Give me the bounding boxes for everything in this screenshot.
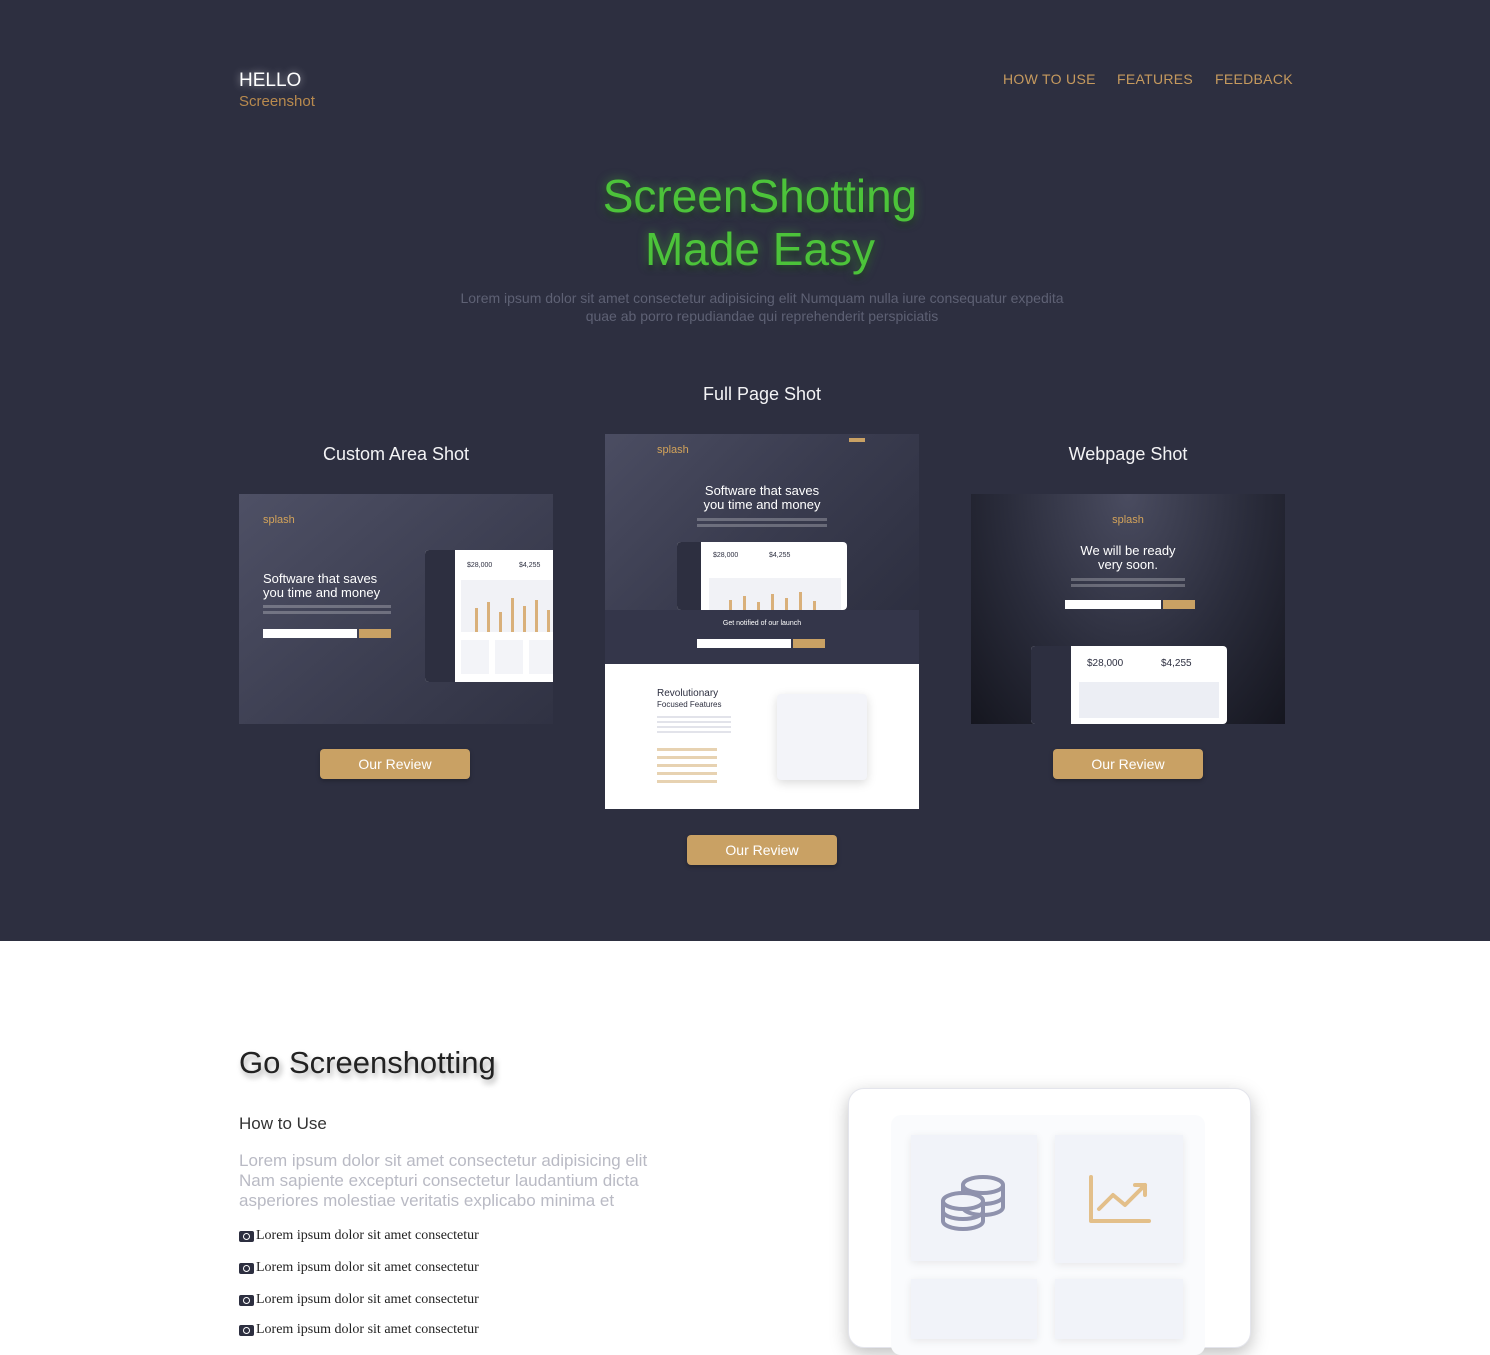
brand-hello[interactable]: HELLO xyxy=(239,70,301,92)
custom-area-shot-preview[interactable]: splash Software that saves you time and … xyxy=(239,494,553,724)
hero-title-line-1: ScreenShotting xyxy=(602,170,918,222)
camera-icon xyxy=(239,1324,254,1336)
mockup-stat: $28,000 xyxy=(1087,658,1124,669)
hero-title-line-2: Made Easy xyxy=(644,223,876,275)
feature-tile xyxy=(911,1135,1037,1261)
mockup-stat: $28,000 xyxy=(713,552,739,559)
mockup-dashboard-sidebar xyxy=(677,542,701,610)
mockup-stat: $4,255 xyxy=(1161,658,1192,669)
section-description-line-1: Lorem ipsum dolor sit amet consectetur a… xyxy=(239,1151,648,1170)
mockup-notify-text: Get notified of our launch xyxy=(722,620,802,627)
mockup-heading-line-1: Software that saves xyxy=(704,483,820,498)
mockup-heading: Software that saves you time and money xyxy=(685,484,839,512)
device-illustration xyxy=(848,1088,1251,1355)
mockup-heading: Software that saves you time and money xyxy=(263,572,380,600)
hero-title: ScreenShotting Made Easy xyxy=(445,170,1075,276)
mockup-brand: splash xyxy=(263,514,295,526)
camera-icon xyxy=(239,1230,254,1242)
mockup-nav-button xyxy=(849,438,865,442)
mockup-features-text xyxy=(657,716,731,736)
feature-item: Lorem ipsum dolor sit amet consectetur xyxy=(239,1260,479,1276)
mockup-text-line xyxy=(697,518,827,521)
mockup-heading: We will be ready very soon. xyxy=(971,544,1285,572)
mockup-email-input xyxy=(1065,600,1161,609)
mockup-stat: $4,255 xyxy=(769,552,791,559)
section-title: Go Screenshotting xyxy=(239,1045,496,1080)
mockup-subscribe-button xyxy=(1163,600,1195,609)
webpage-review-button[interactable]: Our Review xyxy=(1053,749,1203,779)
mockup-text-line xyxy=(263,605,391,608)
feature-item: Lorem ipsum dolor sit amet consectetur xyxy=(239,1228,479,1244)
feature-item: Lorem ipsum dolor sit amet consectetur xyxy=(239,1322,479,1338)
custom-area-shot-title: Custom Area Shot xyxy=(322,444,470,464)
feature-tile xyxy=(911,1279,1037,1339)
mockup-features-tiles xyxy=(777,694,867,780)
mockup-icon-tiles xyxy=(461,640,553,674)
hero-description: Lorem ipsum dolor sit amet consectetur a… xyxy=(420,289,1104,325)
full-page-review-button[interactable]: Our Review xyxy=(687,835,837,865)
mockup-subscribe-button xyxy=(359,629,391,638)
chart-up-icon xyxy=(1089,1175,1151,1223)
mockup-dashboard: $28,000 $4,255 xyxy=(1031,646,1227,724)
mockup-chart-area xyxy=(1079,682,1219,718)
mockup-features-heading-line-2: Focused Features xyxy=(657,700,722,709)
mockup-heading-line-2: you time and money xyxy=(263,585,381,600)
full-page-shot-title: Full Page Shot xyxy=(702,384,822,404)
device-screen xyxy=(891,1115,1205,1355)
feature-text: Lorem ipsum dolor sit amet consectetur xyxy=(256,1228,479,1243)
mockup-text-line xyxy=(1071,578,1185,581)
camera-icon xyxy=(239,1294,254,1306)
section-description: Lorem ipsum dolor sit amet consectetur a… xyxy=(239,1151,699,1211)
mockup-chart-area xyxy=(461,580,553,632)
nav-feedback[interactable]: FEEDBACK xyxy=(1215,71,1293,87)
mockup-dashboard: $28,000 $4,255 xyxy=(425,550,553,682)
section-description-line-3: asperiores molestiae veritatis explicabo… xyxy=(239,1191,615,1210)
hero-description-line-2: quae ab porro repudiandae qui reprehende… xyxy=(585,308,939,324)
mockup-heading-line-2: very soon. xyxy=(1098,557,1158,572)
mockup-notify-section: Get notified of our launch xyxy=(605,610,919,664)
brand-subtitle[interactable]: Screenshot xyxy=(239,93,315,110)
feature-text: Lorem ipsum dolor sit amet consectetur xyxy=(256,1260,479,1275)
mockup-heading-line-1: Software that saves xyxy=(263,571,378,586)
mockup-text-line xyxy=(697,524,827,527)
mockup-features-heading-line-1: Revolutionary xyxy=(657,688,719,699)
mockup-chart-area xyxy=(709,578,841,610)
nav-features[interactable]: FEATURES xyxy=(1117,71,1193,87)
mockup-email-input xyxy=(697,639,791,648)
mockup-text-line xyxy=(1071,584,1185,587)
webpage-shot-title: Webpage Shot xyxy=(1068,444,1188,464)
mockup-dashboard-sidebar xyxy=(425,550,455,682)
feature-text: Lorem ipsum dolor sit amet consectetur xyxy=(256,1292,479,1307)
feature-item: Lorem ipsum dolor sit amet consectetur xyxy=(239,1292,479,1308)
section-description-line-2: Nam sapiente excepturi consectetur lauda… xyxy=(239,1171,639,1190)
section-subtitle: How to Use xyxy=(239,1114,327,1133)
mockup-stat: $4,255 xyxy=(519,562,541,569)
mockup-brand: splash xyxy=(1112,514,1144,526)
mockup-features-section: Revolutionary Focused Features xyxy=(605,664,919,809)
mockup-stat: $28,000 xyxy=(467,562,493,569)
mockup-features-heading: Revolutionary Focused Features xyxy=(657,688,721,710)
camera-icon xyxy=(239,1262,254,1274)
hero-section: HELLO Screenshot HOW TO USE FEATURES FEE… xyxy=(0,0,1490,941)
mockup-dashboard-sidebar xyxy=(1031,646,1071,724)
feature-text: Lorem ipsum dolor sit amet consectetur xyxy=(256,1322,479,1337)
webpage-shot-preview[interactable]: splash We will be ready very soon. $28,0… xyxy=(971,494,1285,724)
mockup-brand: splash xyxy=(657,444,689,456)
mockup-dashboard: $28,000 $4,255 xyxy=(677,542,847,610)
custom-area-review-button[interactable]: Our Review xyxy=(320,749,470,779)
nav-how-to-use[interactable]: HOW TO USE xyxy=(1003,71,1096,87)
feature-tile xyxy=(1055,1279,1183,1339)
mockup-subscribe-button xyxy=(793,639,825,648)
mockup-features-list xyxy=(657,748,717,788)
mockup-heading-line-1: We will be ready xyxy=(1080,543,1176,558)
coins-icon xyxy=(941,1175,1005,1231)
mockup-text-line xyxy=(263,611,391,614)
feature-tile xyxy=(1055,1135,1183,1263)
hero-description-line-1: Lorem ipsum dolor sit amet consectetur a… xyxy=(460,290,1064,306)
mockup-email-input xyxy=(263,629,357,638)
full-page-shot-preview[interactable]: splash Software that saves you time and … xyxy=(605,434,919,809)
mockup-heading-line-2: you time and money xyxy=(703,497,821,512)
